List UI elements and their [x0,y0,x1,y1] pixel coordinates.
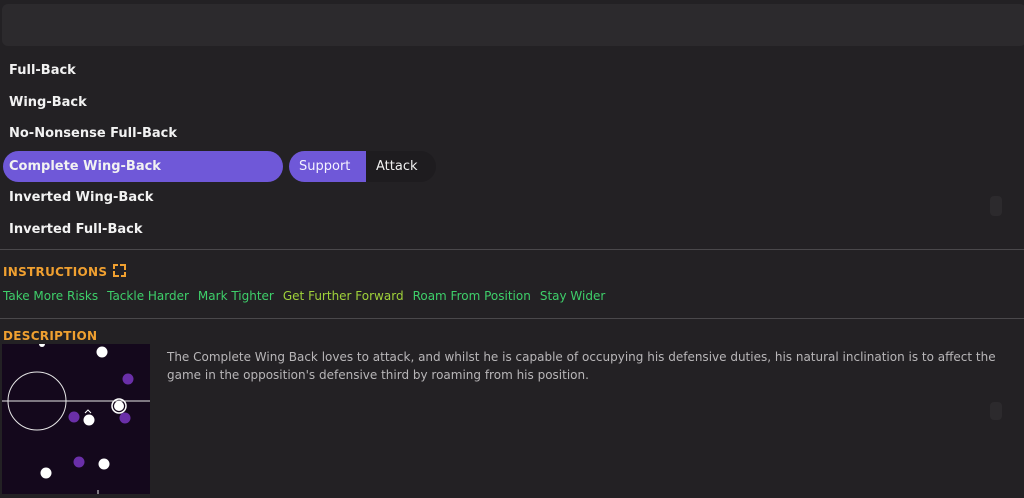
role-full-back[interactable]: Full-Back [3,55,283,86]
instruction-item: Stay Wider [539,289,606,303]
duty-attack-button[interactable]: Attack [366,151,436,182]
instructions-title: INSTRUCTIONS [3,265,108,279]
description-text: The Complete Wing Back loves to attack, … [167,350,996,382]
role-label: Inverted Full-Back [9,222,143,237]
scroll-indicator [990,196,1002,216]
instruction-item: Take More Risks [3,289,99,303]
role-inverted-wing-back[interactable]: Inverted Wing-Back [3,182,283,213]
instruction-item: Get Further Forward [282,289,404,303]
divider [0,249,1024,250]
role-label: Complete Wing-Back [9,159,161,174]
duty-support-button[interactable]: Support [289,151,366,182]
search-bar[interactable] [2,4,1024,46]
role-complete-wing-back[interactable]: Complete Wing-Back [3,151,283,182]
instruction-item: Mark Tighter [197,289,274,303]
role-label: Wing-Back [9,95,87,110]
instructions-list: Take More Risks Tackle Harder Mark Tight… [3,289,605,303]
role-no-nonsense-full-back[interactable]: No-Nonsense Full-Back [3,118,283,149]
role-label: Full-Back [9,63,76,78]
role-wing-back[interactable]: Wing-Back [3,87,283,118]
role-label: No-Nonsense Full-Back [9,126,177,141]
expand-icon[interactable] [113,264,126,277]
instruction-item: Roam From Position [412,289,531,303]
description-title: DESCRIPTION [3,329,98,343]
divider [0,318,1024,319]
pitch-diagram [2,344,150,494]
instruction-item: Tackle Harder [107,289,189,303]
duty-toggle: Support Attack [289,151,436,182]
role-inverted-full-back[interactable]: Inverted Full-Back [3,214,283,245]
role-label: Inverted Wing-Back [9,190,154,205]
scroll-indicator [990,402,1002,420]
